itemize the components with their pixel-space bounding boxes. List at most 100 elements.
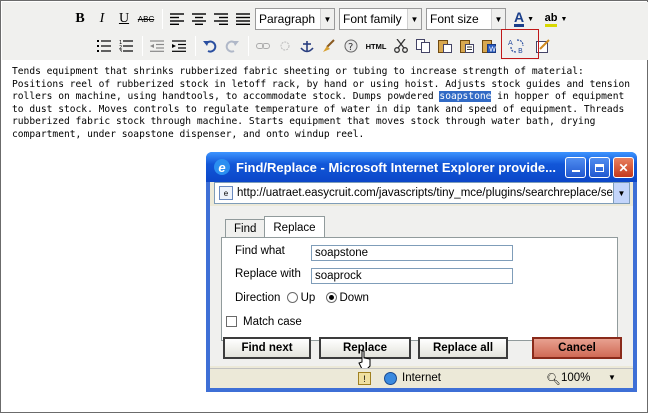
warning-icon: !: [358, 372, 371, 385]
outdent-icon: [150, 40, 164, 52]
copy-icon: [416, 39, 430, 53]
page-icon: e: [219, 186, 233, 200]
chevron-down-icon: ▼: [560, 15, 568, 23]
numbered-list-button[interactable]: 123: [116, 36, 136, 56]
numbered-list-icon: 123: [119, 40, 133, 52]
paste-button[interactable]: [435, 36, 455, 56]
text-color-label: A: [513, 9, 525, 27]
chevron-down-icon: ▼: [527, 15, 535, 23]
format-select[interactable]: Paragraph ▼: [255, 8, 335, 30]
font-size-select[interactable]: Font size ▼: [426, 8, 506, 30]
toolbar-row-2: 123 ? HTML W A B: [94, 34, 555, 58]
align-center-button[interactable]: [189, 9, 209, 29]
font-family-select[interactable]: Font family ▼: [339, 8, 422, 30]
direction-group: Direction Up Down: [235, 292, 369, 304]
paste-icon: [438, 40, 452, 53]
align-left-icon: [170, 13, 184, 25]
chevron-down-icon: ▼: [491, 9, 505, 29]
italic-button[interactable]: I: [92, 9, 112, 29]
cut-button[interactable]: [391, 36, 411, 56]
close-button[interactable]: ✕: [613, 157, 634, 178]
cleanup-button[interactable]: [319, 36, 339, 56]
find-what-input[interactable]: soapstone: [311, 245, 513, 261]
minimize-button[interactable]: [565, 157, 586, 178]
anchor-button[interactable]: [297, 36, 317, 56]
replace-with-input[interactable]: soaprock: [311, 268, 513, 284]
bullet-list-button[interactable]: [94, 36, 114, 56]
status-bar: ! Internet 🔍︎ 100% ▼: [210, 368, 633, 388]
direction-up-radio[interactable]: [286, 292, 298, 303]
unlink-button[interactable]: [275, 36, 295, 56]
redo-button[interactable]: [222, 36, 242, 56]
replace-all-button[interactable]: Replace all: [418, 337, 508, 359]
chevron-down-icon: ▼: [407, 9, 421, 29]
selected-text: soapstone: [439, 91, 492, 103]
replace-panel: Find what soapstone Replace with soaproc…: [221, 237, 618, 341]
toolbar-row-1: B I U ABC Paragraph ▼ Font family ▼ Font…: [70, 7, 574, 31]
broom-icon: [323, 39, 335, 52]
direction-up-label: Up: [300, 292, 316, 304]
outdent-button[interactable]: [147, 36, 167, 56]
redo-icon: [225, 40, 239, 53]
align-justify-icon: [236, 13, 250, 25]
direction-down-label: Down: [339, 292, 369, 304]
bullet-list-icon: [97, 40, 111, 52]
dialog-body: e http://uatraet.easycruit.com/javascrip…: [210, 182, 633, 388]
align-left-button[interactable]: [167, 9, 187, 29]
find-replace-dialog: e Find/Replace - Microsoft Internet Expl…: [206, 152, 637, 392]
cancel-button[interactable]: Cancel: [532, 337, 622, 359]
chevron-down-icon[interactable]: ▼: [613, 183, 629, 203]
direction-down-radio[interactable]: [325, 292, 337, 303]
text-color-button[interactable]: A ▼: [510, 9, 538, 29]
copy-button[interactable]: [413, 36, 433, 56]
dialog-titlebar[interactable]: e Find/Replace - Microsoft Internet Expl…: [206, 152, 637, 182]
match-case-group: Match case: [226, 316, 302, 328]
html-source-button[interactable]: HTML: [363, 36, 389, 56]
tab-find[interactable]: Find: [225, 219, 265, 238]
match-case-checkbox[interactable]: [226, 316, 237, 327]
svg-text:3: 3: [119, 49, 122, 52]
indent-button[interactable]: [169, 36, 189, 56]
address-bar[interactable]: e http://uatraet.easycruit.com/javascrip…: [214, 182, 630, 204]
underline-button[interactable]: U: [114, 9, 134, 29]
ie-logo-icon: e: [214, 159, 230, 175]
scissors-icon: [394, 39, 408, 53]
zoom-level[interactable]: 100%: [561, 372, 590, 384]
help-icon: ?: [344, 39, 358, 53]
link-icon: [256, 43, 270, 49]
paste-text-button[interactable]: [457, 36, 477, 56]
unlink-icon: [280, 41, 290, 51]
align-right-button[interactable]: [211, 9, 231, 29]
editor-content[interactable]: Tends equipment that shrinks rubberized …: [12, 66, 632, 142]
background-color-button[interactable]: ab ▼: [540, 9, 572, 29]
editor-frame: B I U ABC Paragraph ▼ Font family ▼ Font…: [0, 0, 648, 413]
align-justify-button[interactable]: [233, 9, 253, 29]
close-icon: ✕: [618, 160, 629, 175]
chevron-down-icon[interactable]: ▼: [608, 373, 616, 382]
zoom-icon: 🔍︎: [546, 374, 561, 386]
font-family-select-value: Font family: [343, 12, 402, 26]
help-button[interactable]: ?: [341, 36, 361, 56]
hand-cursor-icon: [358, 350, 371, 370]
replace-with-label: Replace with: [235, 268, 301, 280]
dialog-tabs: Find Replace: [225, 216, 325, 238]
maximize-button[interactable]: [589, 157, 610, 178]
search-replace-highlight: [501, 29, 539, 59]
toolbar-separator: [142, 36, 143, 56]
paste-word-button[interactable]: W: [479, 36, 499, 56]
globe-icon: [384, 372, 397, 385]
indent-icon: [172, 40, 186, 52]
direction-label: Direction: [235, 292, 281, 304]
dialog-title: Find/Replace - Microsoft Internet Explor…: [236, 159, 556, 175]
bold-button[interactable]: B: [70, 9, 90, 29]
link-button[interactable]: [253, 36, 273, 56]
svg-text:?: ?: [348, 42, 353, 53]
anchor-icon: [300, 41, 314, 53]
undo-button[interactable]: [200, 36, 220, 56]
match-case-label: Match case: [243, 316, 302, 328]
undo-icon: [203, 40, 217, 53]
align-right-icon: [214, 13, 228, 25]
strikethrough-button[interactable]: ABC: [136, 9, 156, 29]
tab-replace[interactable]: Replace: [264, 216, 325, 238]
find-next-button[interactable]: Find next: [223, 337, 311, 359]
